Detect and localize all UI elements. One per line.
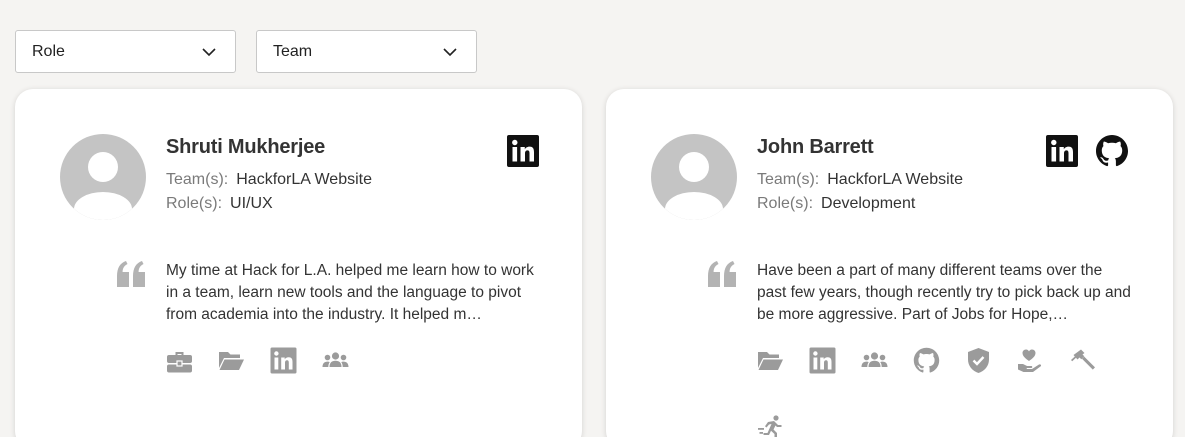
- social-links: [1045, 134, 1129, 168]
- folder-open-icon: [758, 352, 783, 370]
- member-name: Shruti Mukherjee: [166, 136, 326, 158]
- social-links: [506, 134, 540, 168]
- team-value: HackforLA Website: [236, 171, 372, 188]
- linkedin-icon[interactable]: [1045, 134, 1079, 168]
- member-name: John Barrett: [757, 136, 874, 158]
- role-value: Development: [821, 195, 916, 212]
- member-card: John Barrett Team(s): HackforLA Website R…: [606, 89, 1173, 437]
- team-filter-select[interactable]: Team: [256, 30, 477, 73]
- team-key: Team(s):: [757, 171, 820, 188]
- running-icon: [758, 415, 782, 437]
- briefcase-icon: [167, 352, 192, 373]
- group-icon: [861, 352, 888, 367]
- linkedin-icon: [270, 347, 297, 374]
- member-quote: My time at Hack for L.A. helped me learn…: [166, 262, 534, 323]
- member-team: Team(s): HackforLA Website: [757, 171, 963, 189]
- quote-icon: [117, 261, 145, 287]
- role-value: UI/UX: [230, 195, 273, 212]
- group-icon: [322, 352, 349, 367]
- linkedin-icon[interactable]: [506, 134, 540, 168]
- linkedin-icon: [809, 347, 836, 374]
- chevron-down-icon: [443, 47, 457, 56]
- role-filter-label: Role: [32, 42, 65, 60]
- role-key: Role(s):: [166, 195, 223, 212]
- member-quote: Have been a part of many different teams…: [757, 262, 1131, 323]
- team-filter-label: Team: [273, 42, 313, 60]
- member-role: Role(s): UI/UX: [166, 195, 273, 213]
- chevron-down-icon: [202, 47, 216, 56]
- team-key: Team(s):: [166, 171, 229, 188]
- shield-check-icon: [968, 348, 989, 373]
- github-icon[interactable]: [1095, 134, 1129, 168]
- folder-open-icon: [219, 352, 244, 370]
- team-value: HackforLA Website: [827, 171, 963, 188]
- member-team: Team(s): HackforLA Website: [166, 171, 372, 189]
- role-filter-select[interactable]: Role: [15, 30, 236, 73]
- avatar-placeholder-icon: [651, 134, 737, 220]
- member-card: Shruti Mukherjee Team(s): HackforLA Websi…: [15, 89, 582, 437]
- hammer-icon: [1071, 349, 1095, 370]
- role-key: Role(s):: [757, 195, 814, 212]
- badge-row: [757, 347, 1147, 437]
- github-icon: [913, 347, 940, 373]
- filter-bar: Role Team: [15, 30, 477, 73]
- quote-icon: [708, 261, 736, 287]
- hand-heart-icon: [1018, 349, 1042, 372]
- member-role: Role(s): Development: [757, 195, 915, 213]
- avatar-placeholder-icon: [60, 134, 146, 220]
- badge-row: [166, 347, 556, 374]
